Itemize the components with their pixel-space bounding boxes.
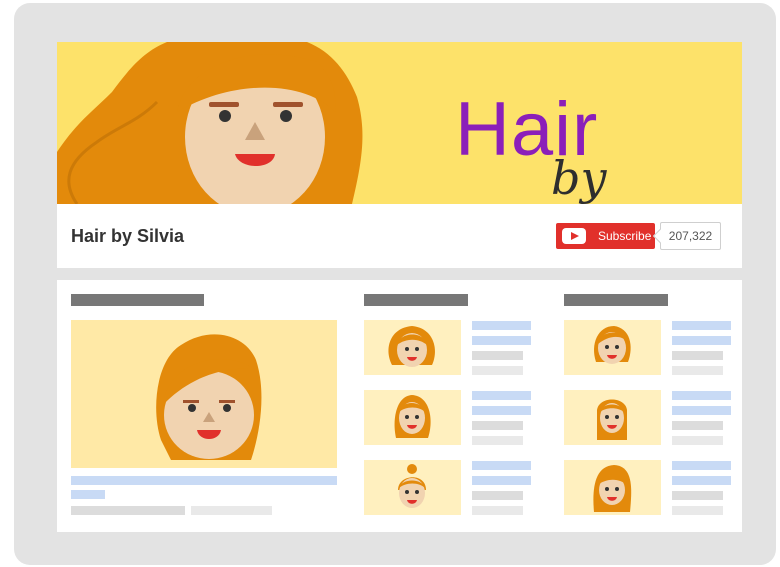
section2-title-placeholder — [364, 294, 468, 306]
title-placeholder — [472, 476, 531, 485]
avatar-illustration — [388, 326, 435, 367]
subscriber-count: 207,322 — [660, 222, 721, 250]
title-placeholder — [672, 476, 731, 485]
title-placeholder — [672, 321, 731, 330]
title-placeholder — [472, 321, 531, 330]
title-placeholder — [672, 406, 731, 415]
subscribe-label: Subscribe — [598, 229, 652, 243]
youtube-play-icon — [562, 228, 586, 244]
avatar-illustration — [597, 399, 627, 440]
video-thumbnail[interactable] — [564, 460, 661, 515]
featured-title-placeholder-line1 — [71, 476, 337, 485]
title-placeholder — [672, 461, 731, 470]
meta-placeholder — [472, 421, 523, 430]
video-grid — [57, 280, 742, 532]
subscribe-button[interactable]: Subscribe — [556, 223, 655, 249]
channel-name[interactable]: Hair by Silvia — [71, 226, 184, 247]
title-placeholder — [472, 391, 531, 400]
featured-avatar-illustration — [156, 334, 262, 460]
section3-title-placeholder — [564, 294, 668, 306]
featured-video-thumbnail[interactable] — [71, 320, 337, 468]
meta-placeholder — [672, 366, 723, 375]
avatar-illustration — [594, 326, 631, 364]
banner-title-by-silvia: by Silvia — [551, 151, 680, 204]
title-placeholder — [672, 391, 731, 400]
meta-placeholder — [672, 506, 723, 515]
video-thumbnail[interactable] — [564, 320, 661, 375]
video-thumbnail[interactable] — [364, 320, 461, 375]
meta-placeholder — [472, 351, 523, 360]
featured-section-title-placeholder — [71, 294, 204, 306]
meta-placeholder — [672, 436, 723, 445]
avatar-illustration — [394, 395, 431, 438]
title-placeholder — [472, 406, 531, 415]
meta-placeholder — [672, 421, 723, 430]
title-placeholder — [672, 336, 731, 345]
title-placeholder — [472, 461, 531, 470]
meta-placeholder — [472, 506, 523, 515]
meta-placeholder — [472, 436, 523, 445]
meta-placeholder — [472, 366, 523, 375]
video-thumbnail[interactable] — [364, 390, 461, 445]
featured-meta-placeholder — [71, 506, 185, 515]
meta-placeholder — [672, 491, 723, 500]
avatar-illustration — [398, 464, 426, 508]
channel-header: Hair by Silvia Subscribe 207,322 — [57, 204, 742, 268]
avatar-illustration — [593, 465, 632, 512]
meta-placeholder — [472, 491, 523, 500]
featured-title-placeholder-line2 — [71, 490, 105, 499]
title-placeholder — [472, 336, 531, 345]
video-thumbnail[interactable] — [564, 390, 661, 445]
video-thumbnail[interactable] — [364, 460, 461, 515]
featured-meta-placeholder-2 — [191, 506, 272, 515]
meta-placeholder — [672, 351, 723, 360]
channel-banner: Hair by Silvia — [57, 42, 742, 204]
